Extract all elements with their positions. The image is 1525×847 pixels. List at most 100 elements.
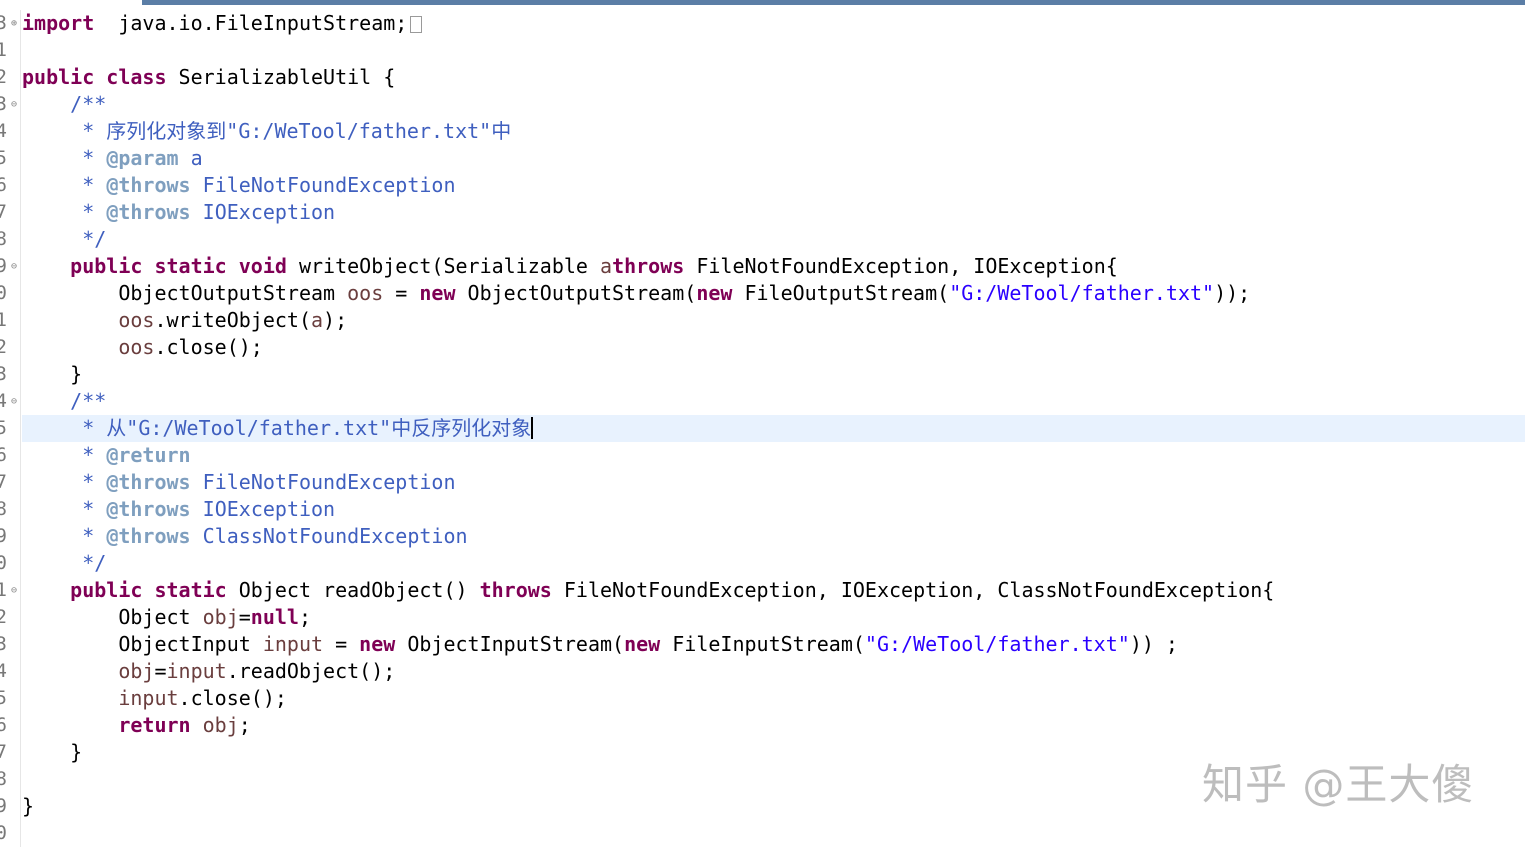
code-editor[interactable]: 3 ⊕ 1 2 3 ⊖ 4 5 6 7 8 9 ⊖ 0 1 2 3 4 ⊖ 5 6 7 8 9 0 1 ⊖ 2 3 4 5 6 7 8 9 0 imp… (0, 10, 1525, 847)
javadoc-tag-token: @throws (106, 497, 191, 521)
code-line[interactable]: * @param a (22, 145, 1525, 172)
current-code-line[interactable]: * 从"G:/WeTool/father.txt"中反序列化对象 (22, 415, 1525, 442)
comment-token: /** (70, 389, 107, 413)
code-line[interactable]: * 序列化对象到"G:/WeTool/father.txt"中 (22, 118, 1525, 145)
code-line[interactable]: Object obj=null; (22, 604, 1525, 631)
gutter-row: 3 (0, 361, 20, 388)
javadoc-tag-token: @return (106, 443, 191, 467)
gutter-row: 4 (0, 658, 20, 685)
line-number: 3 (0, 363, 7, 385)
gutter-row: 8 (0, 766, 20, 793)
line-number: 2 (0, 66, 7, 88)
gutter-row: 7 (0, 469, 20, 496)
comment-token: * (82, 443, 107, 467)
keyword-token: new (624, 632, 661, 656)
code-line[interactable]: oos.writeObject(a); (22, 307, 1525, 334)
code-line[interactable]: return obj; (22, 712, 1525, 739)
code-line[interactable]: * @return (22, 442, 1525, 469)
code-line[interactable]: oos.close(); (22, 334, 1525, 361)
keyword-token: import (22, 11, 95, 35)
code-line[interactable]: import java.io.FileInputStream; (22, 10, 1525, 37)
line-number: 9 (0, 255, 7, 277)
gutter-row: 2 (0, 604, 20, 631)
gutter-row: 2 (0, 64, 20, 91)
line-number: 0 (0, 822, 7, 844)
code-line[interactable]: obj=input.readObject(); (22, 658, 1525, 685)
code-line[interactable]: */ (22, 550, 1525, 577)
code-line[interactable]: * @throws IOException (22, 199, 1525, 226)
code-token: } (22, 740, 83, 764)
code-area[interactable]: import java.io.FileInputStream; public cl… (22, 10, 1525, 847)
expand-fold-icon[interactable]: ⊕ (9, 10, 19, 37)
comment-token: * 从"G:/WeTool/father.txt"中反序列化对象 (82, 416, 532, 440)
code-line[interactable]: ObjectOutputStream oos = new ObjectOutpu… (22, 280, 1525, 307)
code-line[interactable]: /** (22, 388, 1525, 415)
collapsed-imports-marker[interactable] (410, 16, 423, 33)
code-line[interactable]: input.close(); (22, 685, 1525, 712)
code-line[interactable]: * @throws FileNotFoundException (22, 172, 1525, 199)
gutter-row: 5 (0, 685, 20, 712)
line-number: 3 (0, 93, 7, 115)
comment-token: * (82, 470, 107, 494)
keyword-token: public (70, 578, 143, 602)
code-line[interactable] (22, 820, 1525, 847)
line-number: 6 (0, 174, 7, 196)
code-token: Object readObject() (226, 578, 480, 602)
comment-token: * 序列化对象到"G:/WeTool/father.txt"中 (82, 119, 512, 143)
code-line[interactable]: public static void writeObject(Serializa… (22, 253, 1525, 280)
comment-token: FileNotFoundException (190, 173, 456, 197)
code-token: Object (22, 605, 203, 629)
comment-token: * (82, 524, 107, 548)
gutter-row: 9 (0, 793, 20, 820)
line-number-gutter: 3 ⊕ 1 2 3 ⊖ 4 5 6 7 8 9 ⊖ 0 1 2 3 4 ⊖ 5 6 7 8 9 0 1 ⊖ 2 3 4 5 6 7 8 9 0 (0, 10, 21, 847)
code-line[interactable]: public static Object readObject() throws… (22, 577, 1525, 604)
code-token: = (154, 659, 167, 683)
code-line[interactable]: } (22, 361, 1525, 388)
collapse-fold-icon[interactable]: ⊖ (9, 577, 19, 604)
active-editor-tab[interactable] (142, 0, 1525, 5)
comment-token: FileNotFoundException (190, 470, 456, 494)
gutter-row: 3 (0, 631, 20, 658)
line-number: 4 (0, 390, 7, 412)
code-line[interactable]: * @throws ClassNotFoundException (22, 523, 1525, 550)
editor-tab-strip[interactable] (0, 0, 1525, 6)
code-line[interactable]: public class SerializableUtil { (22, 64, 1525, 91)
comment-token: * (82, 200, 107, 224)
keyword-token: null (250, 605, 299, 629)
line-number: 0 (0, 282, 7, 304)
text-cursor (531, 417, 534, 439)
code-line[interactable]: ObjectInput input = new ObjectInputStrea… (22, 631, 1525, 658)
line-number: 4 (0, 120, 7, 142)
code-line[interactable]: * @throws IOException (22, 496, 1525, 523)
gutter-row: 0 (0, 550, 20, 577)
line-number: 3 (0, 12, 7, 34)
keyword-token: new (419, 281, 456, 305)
gutter-row: 2 (0, 334, 20, 361)
collapse-fold-icon[interactable]: ⊖ (9, 91, 19, 118)
collapse-fold-icon[interactable]: ⊖ (9, 388, 19, 415)
code-token: FileInputStream( (660, 632, 865, 656)
javadoc-tag-token: @throws (106, 200, 191, 224)
code-line[interactable]: * @throws FileNotFoundException (22, 469, 1525, 496)
gutter-row: 6 (0, 712, 20, 739)
keyword-token: public (22, 65, 95, 89)
gutter-row: 7 (0, 199, 20, 226)
code-token: } (22, 362, 83, 386)
code-token: ); (323, 308, 348, 332)
gutter-row: 1 (0, 307, 20, 334)
keyword-token: throws (479, 578, 552, 602)
keyword-token: return (118, 713, 191, 737)
collapse-fold-icon[interactable]: ⊖ (9, 253, 19, 280)
code-line[interactable] (22, 37, 1525, 64)
code-line[interactable]: */ (22, 226, 1525, 253)
code-line[interactable]: /** (22, 91, 1525, 118)
keyword-token: new (696, 281, 733, 305)
